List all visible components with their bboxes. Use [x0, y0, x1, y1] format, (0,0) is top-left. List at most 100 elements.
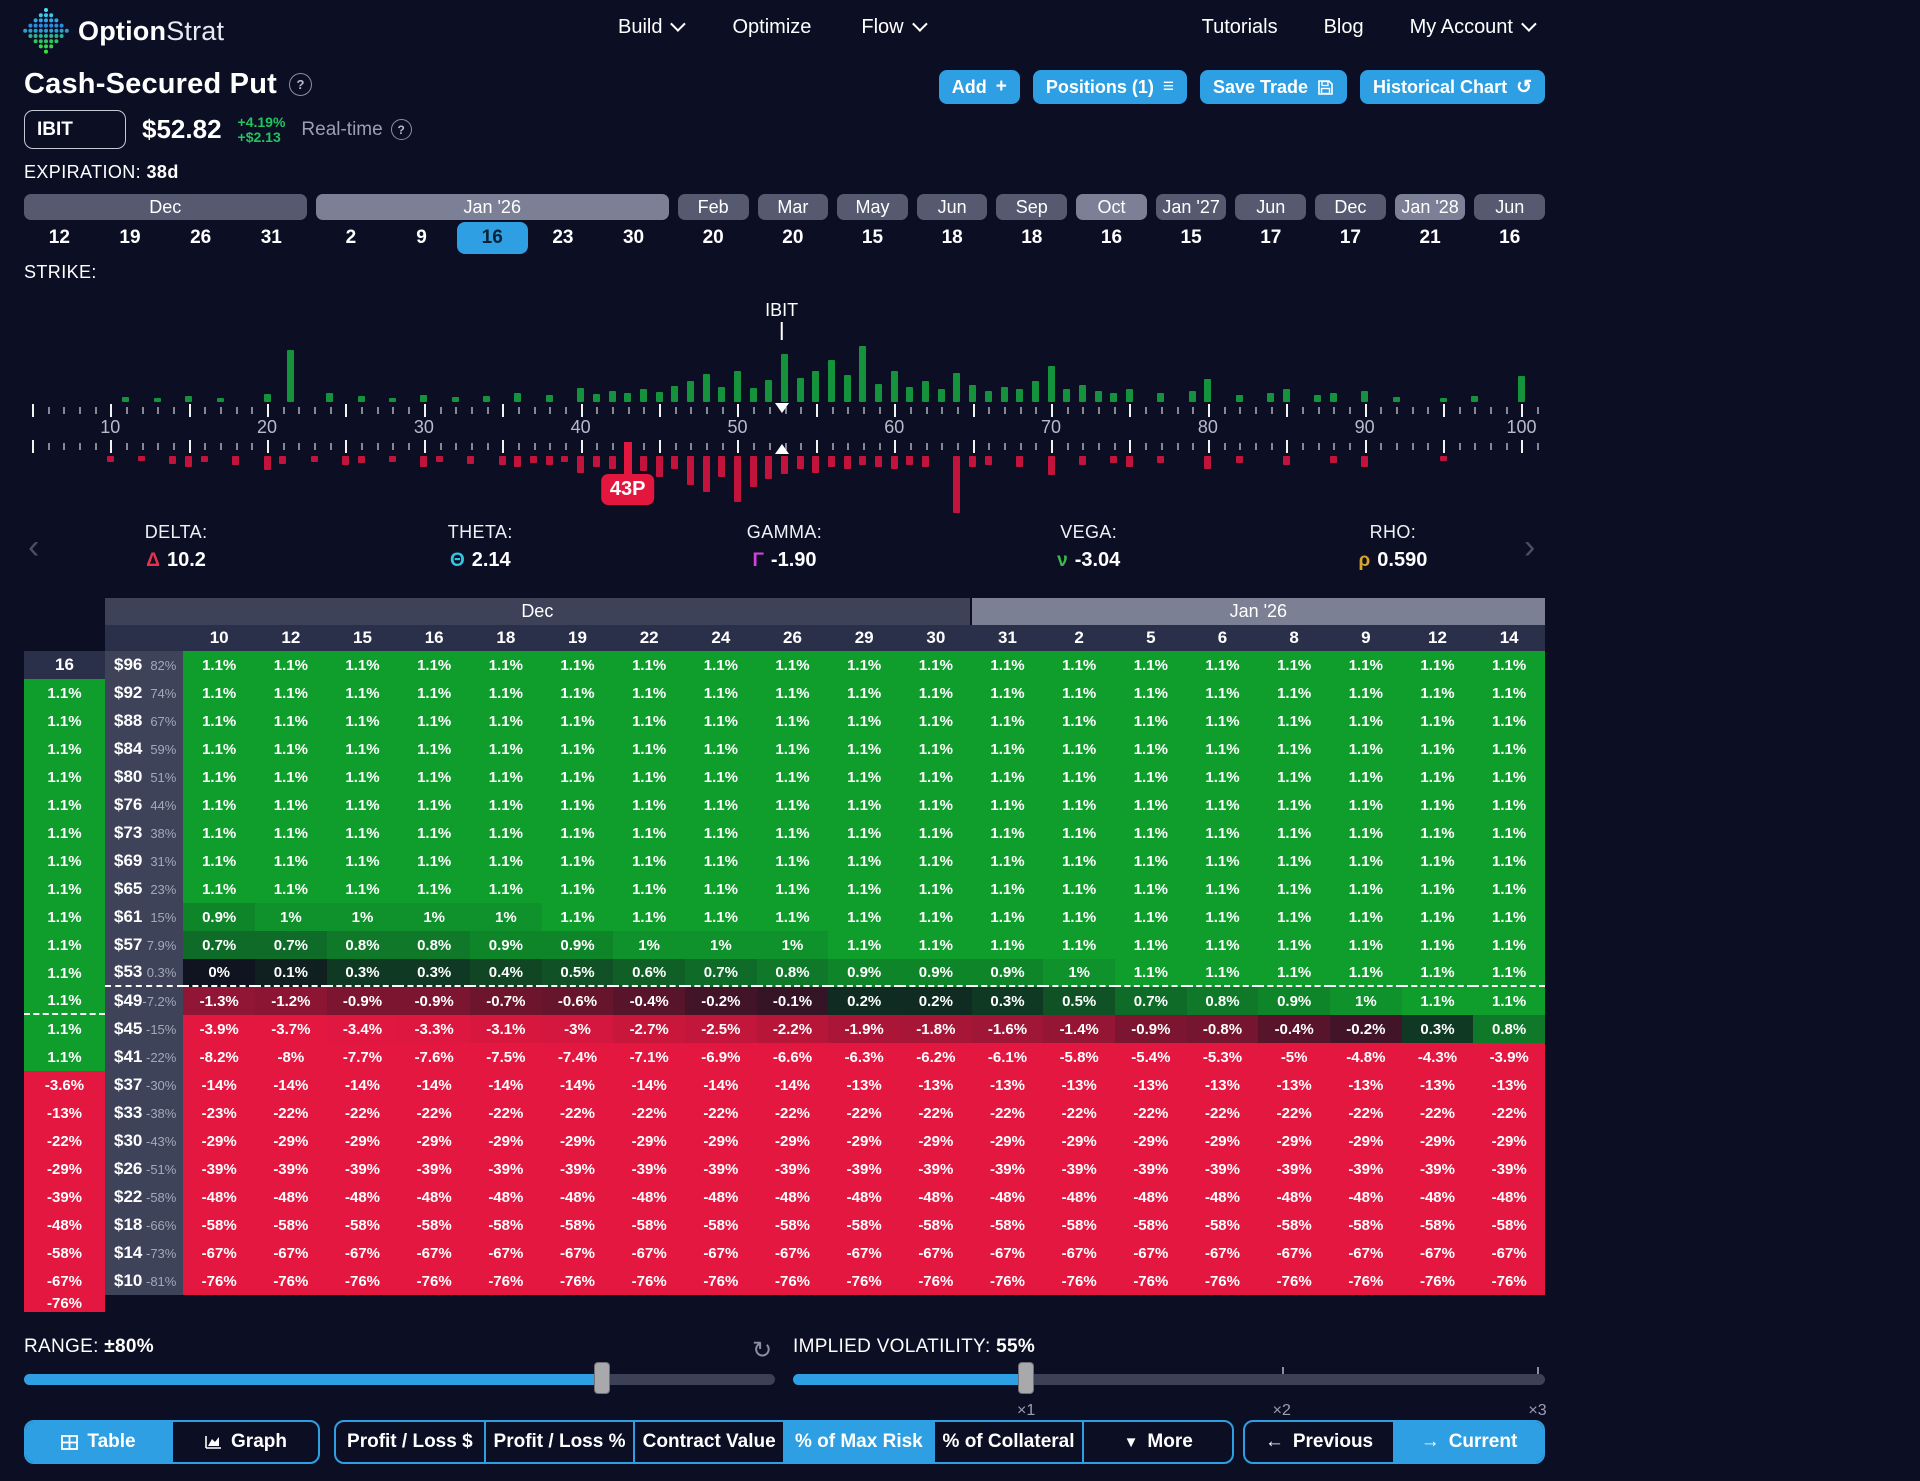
pl-cell: 1.1% [1043, 875, 1115, 903]
month-pill[interactable]: Jun [917, 194, 988, 220]
expiry-date-option[interactable]: 15 [1156, 222, 1227, 254]
month-pill[interactable]: Feb [678, 194, 749, 220]
tab--of-collateral[interactable]: % of Collateral [933, 1422, 1083, 1462]
month-pill[interactable]: Sep [996, 194, 1067, 220]
ticker-input[interactable]: IBIT [24, 110, 126, 149]
expiry-date-option[interactable]: 23 [528, 222, 599, 254]
tab-table[interactable]: Table [26, 1422, 171, 1462]
tab-profit-loss-[interactable]: Profit / Loss $ [336, 1422, 484, 1462]
price-marker-up-icon [775, 444, 789, 454]
put-leg-badge[interactable]: 43P [601, 474, 655, 505]
expiry-date-option[interactable]: 15 [837, 222, 908, 254]
month-pill[interactable]: Mar [758, 194, 829, 220]
expiry-date-option[interactable]: 17 [1235, 222, 1306, 254]
ruler-tick [1490, 443, 1492, 450]
strike-row-label: $6115% [105, 903, 183, 931]
pl-cell: -29% [24, 1155, 105, 1183]
nav-blog[interactable]: Blog [1324, 16, 1364, 39]
pl-cell: -67% [1473, 1239, 1545, 1267]
month-pill[interactable]: May [837, 194, 908, 220]
nav-optimize[interactable]: Optimize [732, 16, 811, 39]
expiry-date-selected[interactable]: 16 [457, 222, 528, 254]
month-pill[interactable]: Jan '27 [1156, 194, 1227, 220]
expiry-date-option[interactable]: 21 [1395, 222, 1466, 254]
tab-more[interactable]: ▼More [1082, 1422, 1232, 1462]
expiry-date-option[interactable]: 31 [236, 222, 307, 254]
expiry-date-option[interactable]: 19 [95, 222, 166, 254]
pl-cell: 0.7% [255, 931, 327, 959]
pl-cell: -58% [183, 1211, 255, 1239]
call-volume-bar [1283, 389, 1290, 402]
pl-cell: -67% [542, 1239, 614, 1267]
list-icon: ≡ [1163, 76, 1174, 98]
pl-cell: 1.1% [327, 791, 399, 819]
put-volume-bar [138, 456, 145, 461]
pl-cell: 1.1% [183, 875, 255, 903]
expiry-date-option[interactable]: 12 [24, 222, 95, 254]
pl-cell: -22% [398, 1099, 470, 1127]
strike-ruler[interactable]: 102030405060708090100IBIT43P [24, 296, 1545, 528]
nav-build[interactable]: Build [618, 16, 682, 39]
month-pill[interactable]: Dec [24, 194, 307, 220]
expiry-date-option[interactable]: 20 [758, 222, 829, 254]
month-pill[interactable]: Jan '26 [316, 194, 669, 220]
tab-profit-loss-[interactable]: Profit / Loss % [484, 1422, 634, 1462]
pager-previous[interactable]: ←Previous [1245, 1422, 1393, 1462]
expiry-date-option[interactable]: 16 [1076, 222, 1147, 254]
refresh-icon[interactable]: ↻ [752, 1336, 772, 1365]
tab-graph[interactable]: Graph [171, 1422, 318, 1462]
pager-current[interactable]: →Current [1393, 1422, 1543, 1462]
save-trade-button[interactable]: Save Trade [1200, 70, 1347, 104]
expiry-date-option[interactable]: 18 [917, 222, 988, 254]
expiry-date-option[interactable]: 30 [598, 222, 669, 254]
pl-cell: -14% [685, 1071, 757, 1099]
pl-cell: -58% [1258, 1211, 1330, 1239]
add-button[interactable]: Add+ [939, 70, 1020, 104]
pl-cell: -7.4% [542, 1043, 614, 1071]
pl-cell: 1.1% [613, 679, 685, 707]
expiry-date-option[interactable]: 2 [316, 222, 387, 254]
realtime-help-icon[interactable]: ? [391, 119, 412, 140]
strategy-help-icon[interactable]: ? [289, 73, 312, 96]
nav-my-account[interactable]: My Account [1410, 16, 1533, 39]
optionstrat-logo[interactable]: OptionStrat [22, 5, 224, 57]
ruler-tick [487, 443, 489, 450]
month-pill[interactable]: Dec [1315, 194, 1386, 220]
positions-1--button[interactable]: Positions (1)≡ [1033, 70, 1187, 104]
pl-cell: 0.2% [828, 987, 900, 1015]
expiry-date-option[interactable]: 17 [1315, 222, 1386, 254]
nav-item-label: Blog [1324, 16, 1364, 39]
month-pill[interactable]: Oct [1076, 194, 1147, 220]
nav-tutorials[interactable]: Tutorials [1202, 16, 1278, 39]
range-slider-track[interactable] [24, 1374, 775, 1385]
historical-chart-button[interactable]: Historical Chart↺ [1360, 70, 1545, 104]
tab--of-max-risk[interactable]: % of Max Risk [783, 1422, 933, 1462]
expiry-date-option[interactable]: 26 [165, 222, 236, 254]
tab-contract-value[interactable]: Contract Value [633, 1422, 783, 1462]
month-pill[interactable]: Jun [1474, 194, 1545, 220]
iv-slider-track[interactable]: ×1×2×3 [793, 1374, 1545, 1385]
month-pill[interactable]: Jun [1235, 194, 1306, 220]
nav-flow[interactable]: Flow [861, 16, 923, 39]
expiry-date-option[interactable]: 20 [678, 222, 749, 254]
iv-slider[interactable]: ×1×2×3 [793, 1364, 1545, 1394]
expiry-date-option[interactable]: 9 [386, 222, 457, 254]
pl-cell: 1.1% [24, 735, 105, 763]
greek-theta: THETA:Θ2.14 [328, 522, 632, 572]
call-volume-bar [514, 393, 521, 402]
pl-cell: 1.1% [900, 791, 972, 819]
pl-cell: -22% [900, 1099, 972, 1127]
ruler-tick [1145, 443, 1147, 450]
expiry-date-option[interactable]: 18 [996, 222, 1067, 254]
pl-cell: -22% [613, 1099, 685, 1127]
pl-cell: 1.1% [1473, 819, 1545, 847]
month-pill[interactable]: Jan '28 [1395, 194, 1466, 220]
expiry-date-option[interactable]: 16 [1474, 222, 1545, 254]
iv-slider-handle[interactable] [1018, 1362, 1034, 1394]
pl-cell: -48% [255, 1183, 327, 1211]
ruler-tick [1412, 407, 1414, 414]
ruler-tick [251, 407, 253, 414]
chevron-down-icon [1521, 16, 1537, 32]
range-slider[interactable] [24, 1364, 775, 1394]
range-slider-handle[interactable] [594, 1362, 610, 1394]
